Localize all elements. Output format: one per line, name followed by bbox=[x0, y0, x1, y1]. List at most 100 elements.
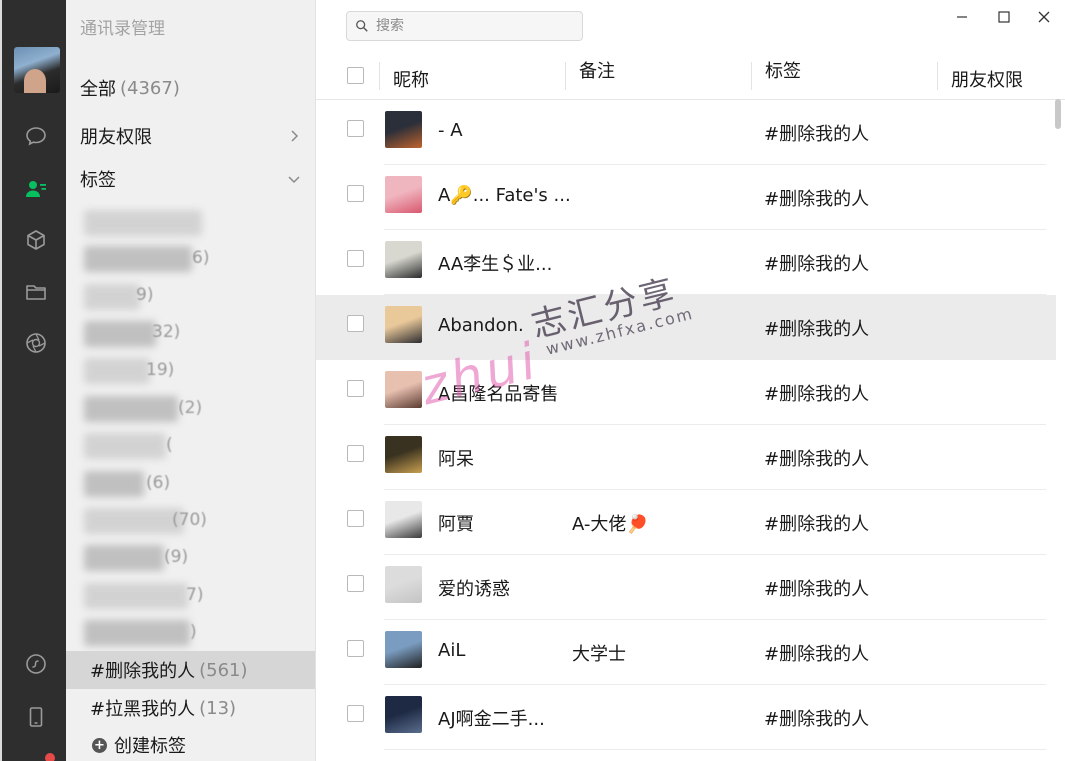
tag-blocked-me[interactable]: #拉黑我的人 (13) bbox=[66, 689, 315, 727]
blurred-tag-count: (70) bbox=[172, 510, 207, 530]
phone-icon[interactable] bbox=[23, 704, 49, 730]
contact-row[interactable]: Abandon. #删除我的人 bbox=[316, 295, 1056, 360]
row-checkbox[interactable] bbox=[347, 510, 364, 527]
contact-row[interactable]: A昌隆名品寄售 #删除我的人 bbox=[316, 360, 1056, 425]
contact-avatar bbox=[385, 501, 422, 538]
contact-avatar bbox=[385, 436, 422, 473]
blurred-tag[interactable] bbox=[84, 508, 184, 534]
blurred-tag[interactable] bbox=[84, 396, 178, 422]
tag-label: #删除我的人 bbox=[90, 661, 196, 682]
contact-nickname: - A bbox=[438, 120, 463, 141]
blurred-tag[interactable] bbox=[84, 620, 190, 646]
header-friend-permissions[interactable]: 朋友权限 bbox=[951, 66, 1023, 92]
contact-row[interactable]: 阿賈 A-大佬🏓 #删除我的人 bbox=[316, 490, 1056, 555]
contact-row[interactable]: AA李生＄业... #删除我的人 bbox=[316, 230, 1056, 295]
blurred-tag-count: ( bbox=[166, 435, 173, 455]
folder-icon[interactable] bbox=[23, 279, 49, 305]
header-remark[interactable]: 备注 bbox=[579, 57, 615, 83]
contact-tag: #删除我的人 bbox=[764, 384, 870, 405]
contact-avatar bbox=[385, 111, 422, 148]
contact-tag: #删除我的人 bbox=[764, 124, 870, 145]
contact-nickname: A昌隆名品寄售 bbox=[438, 384, 559, 405]
blurred-tag[interactable] bbox=[84, 433, 166, 459]
blurred-tag-count: 19) bbox=[146, 360, 175, 380]
contact-tag: #删除我的人 bbox=[764, 644, 870, 665]
row-checkbox[interactable] bbox=[347, 575, 364, 592]
user-avatar[interactable] bbox=[14, 47, 60, 93]
blurred-tag[interactable] bbox=[84, 583, 188, 609]
contact-remark: A-大佬🏓 bbox=[572, 514, 649, 535]
minimize-button[interactable] bbox=[948, 4, 976, 30]
contact-tag: #删除我的人 bbox=[764, 449, 870, 470]
close-button[interactable] bbox=[1030, 4, 1058, 30]
contact-tag: #删除我的人 bbox=[764, 579, 870, 600]
contact-tag: #删除我的人 bbox=[764, 254, 870, 275]
contact-avatar bbox=[385, 241, 422, 278]
contact-row[interactable]: - A #删除我的人 bbox=[316, 100, 1056, 165]
contact-row[interactable]: AiL 大学士 #删除我的人 bbox=[316, 620, 1056, 685]
search-input[interactable] bbox=[376, 18, 546, 34]
tags-label: 标签 bbox=[80, 170, 116, 191]
cube-icon[interactable] bbox=[23, 227, 49, 253]
header-nickname[interactable]: 昵称 bbox=[393, 66, 429, 92]
contact-row[interactable]: AJ啊金二手... #删除我的人 bbox=[316, 685, 1056, 750]
contact-tag: #删除我的人 bbox=[764, 709, 870, 730]
contact-nickname: A🔑... Fate's ... bbox=[438, 185, 571, 206]
row-checkbox[interactable] bbox=[347, 185, 364, 202]
blurred-tag[interactable] bbox=[84, 284, 140, 310]
row-checkbox[interactable] bbox=[347, 120, 364, 137]
contact-nickname: 阿呆 bbox=[438, 449, 474, 470]
row-checkbox[interactable] bbox=[347, 250, 364, 267]
tag-count: (561) bbox=[199, 659, 248, 681]
contact-row[interactable]: A🔑... Fate's ... #删除我的人 bbox=[316, 165, 1056, 230]
all-label: 全部 bbox=[80, 79, 116, 100]
row-checkbox[interactable] bbox=[347, 705, 364, 722]
blurred-tag[interactable] bbox=[84, 321, 156, 347]
table-header: 昵称 备注 标签 朋友权限 bbox=[316, 50, 1065, 100]
search-box[interactable] bbox=[346, 11, 583, 41]
nav-all-contacts[interactable]: 全部 (4367) bbox=[66, 68, 315, 108]
row-checkbox[interactable] bbox=[347, 380, 364, 397]
blurred-tag-count: (9) bbox=[164, 547, 189, 567]
maximize-button[interactable] bbox=[990, 4, 1018, 30]
minimize-icon bbox=[957, 16, 967, 18]
row-divider bbox=[384, 749, 1046, 750]
select-all-checkbox[interactable] bbox=[347, 67, 364, 84]
contact-tag: #删除我的人 bbox=[764, 319, 870, 340]
tag-count: (13) bbox=[199, 697, 237, 719]
blurred-tag[interactable] bbox=[84, 545, 164, 571]
create-tag-button[interactable]: + 创建标签 bbox=[92, 732, 186, 758]
blurred-tag[interactable] bbox=[84, 246, 192, 272]
nav-friend-permissions[interactable]: 朋友权限 bbox=[66, 116, 315, 156]
blurred-tag-count: ) bbox=[190, 622, 197, 642]
close-icon bbox=[1038, 11, 1050, 23]
contact-row[interactable]: 爱的诱惑 #删除我的人 bbox=[316, 555, 1056, 620]
blurred-tag-count: 9) bbox=[136, 285, 154, 305]
chat-icon[interactable] bbox=[23, 123, 49, 149]
blurred-tag-count: (6) bbox=[146, 473, 171, 493]
column-divider bbox=[379, 62, 380, 90]
blurred-tag-count: (2) bbox=[178, 398, 203, 418]
moments-aperture-icon[interactable] bbox=[23, 330, 49, 356]
tag-label: #拉黑我的人 bbox=[90, 699, 196, 720]
contact-row[interactable]: 阿呆 #删除我的人 bbox=[316, 425, 1056, 490]
panel-title: 通讯录管理 bbox=[80, 19, 165, 39]
contact-avatar bbox=[385, 371, 422, 408]
row-checkbox[interactable] bbox=[347, 315, 364, 332]
blurred-tag[interactable] bbox=[84, 210, 202, 236]
contacts-icon[interactable] bbox=[23, 176, 49, 202]
row-checkbox[interactable] bbox=[347, 445, 364, 462]
blurred-tag[interactable] bbox=[84, 471, 144, 497]
mini-program-icon[interactable] bbox=[23, 651, 49, 677]
plus-circle-icon: + bbox=[92, 737, 107, 753]
nav-tags[interactable]: 标签 bbox=[66, 159, 315, 199]
blurred-tag[interactable] bbox=[84, 358, 150, 384]
row-checkbox[interactable] bbox=[347, 640, 364, 657]
scrollbar-thumb[interactable] bbox=[1055, 99, 1061, 129]
contact-remark: 大学士 bbox=[572, 644, 626, 665]
notification-dot bbox=[45, 753, 55, 761]
search-icon bbox=[356, 20, 368, 32]
friend-perm-label: 朋友权限 bbox=[80, 127, 152, 148]
header-tags[interactable]: 标签 bbox=[765, 57, 801, 83]
tag-deleted-me[interactable]: #删除我的人 (561) bbox=[66, 651, 315, 689]
